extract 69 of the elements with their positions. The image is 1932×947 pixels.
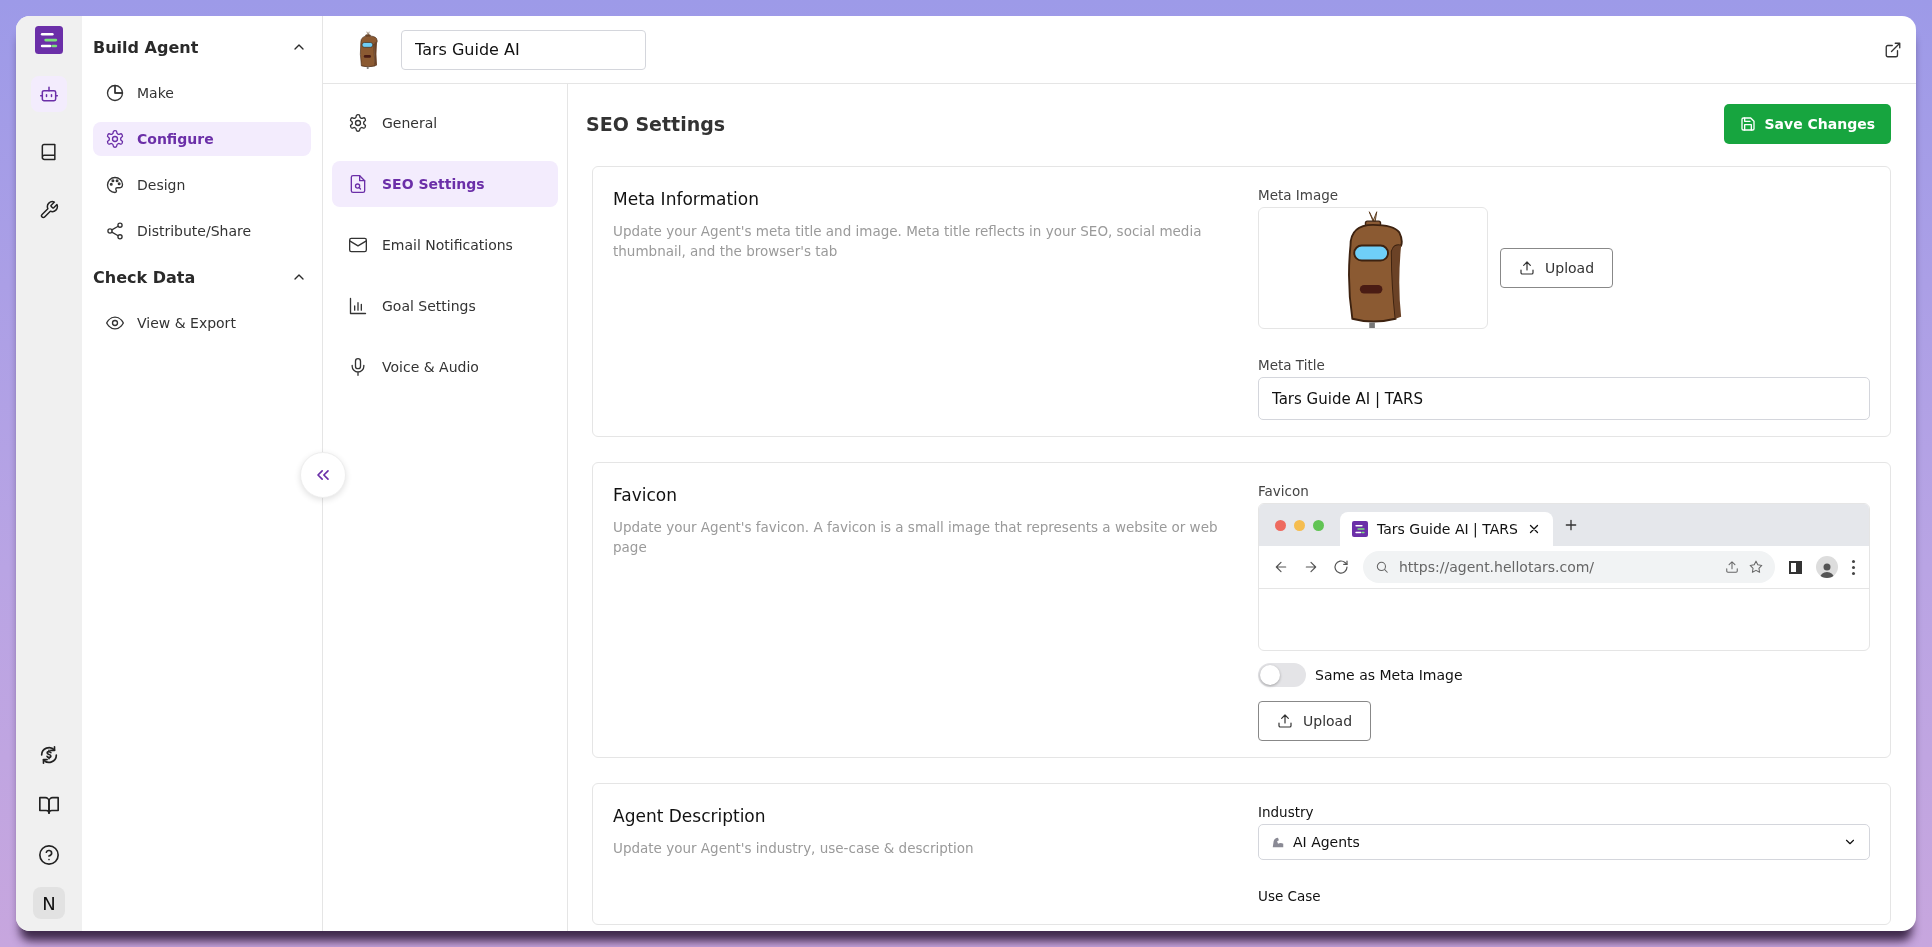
book-icon [39, 142, 59, 162]
upload-button[interactable]: Upload [1258, 701, 1372, 741]
gear-icon [348, 113, 368, 133]
bar-chart-icon [348, 296, 368, 316]
section-header[interactable]: Build Agent [93, 30, 311, 64]
field-label: Meta Title [1258, 357, 1326, 373]
meta-title-field[interactable]: Tars Guide AI | TARS [1258, 377, 1870, 420]
file-search-icon [348, 174, 368, 194]
share-icon [105, 221, 125, 241]
robot-icon [39, 84, 59, 104]
help-icon [38, 844, 60, 866]
user-avatar[interactable]: N [33, 887, 65, 919]
card-description: Update your Agent's meta title and image. Meta title reflects in your SEO, social media thumbnail, and the browser's tab [613, 222, 1203, 261]
upload-button[interactable]: Upload [1500, 248, 1614, 288]
gear-icon [105, 129, 125, 149]
settings-nav-item[interactable]: Goal Settings [332, 283, 558, 329]
settings-nav-item[interactable]: Voice & Audio [332, 344, 558, 390]
external-link-icon [1884, 40, 1902, 59]
window-dot [1275, 519, 1286, 531]
card-description: Update your Agent's industry, use-case & description [613, 839, 975, 858]
card-description: Update your Agent's favicon. A favicon is a small image that represents a website or web page [613, 518, 1219, 557]
profile-icon [1816, 556, 1838, 578]
toggle-switch[interactable] [1258, 663, 1306, 687]
settings-nav-item[interactable]: General [332, 100, 558, 146]
sidebar-item[interactable]: View & Export [93, 306, 311, 340]
search-icon [1375, 560, 1389, 574]
window-dot [1313, 519, 1324, 531]
field-label: Use Case [1258, 888, 1322, 904]
dollar-cycle-icon [38, 744, 60, 766]
window-dot [1294, 519, 1305, 531]
field-label: Favicon [1258, 483, 1310, 499]
settings-nav-item[interactable]: Email Notifications [332, 222, 558, 268]
card-title: Meta Information [613, 189, 761, 209]
logo-icon [1352, 521, 1368, 537]
star-icon [1749, 560, 1763, 574]
open-external-button[interactable] [1884, 40, 1902, 59]
card-title: Favicon [613, 485, 678, 505]
settings-nav-item[interactable]: SEO Settings [332, 161, 558, 207]
mail-icon [348, 235, 368, 255]
pie-chart-icon [105, 83, 125, 103]
sidebar-item[interactable]: Distribute/Share [93, 214, 311, 248]
mechanical-arm-icon [1271, 835, 1285, 849]
logo-icon [35, 26, 63, 54]
upload-icon [1277, 713, 1293, 729]
collapse-sidebar-button[interactable] [300, 452, 346, 498]
save-icon [1740, 116, 1757, 132]
more-icon [1852, 559, 1855, 575]
side-panel-icon [1789, 560, 1802, 574]
sidebar-item[interactable]: Make [93, 76, 311, 110]
wrench-icon [39, 200, 59, 220]
section-header[interactable]: Check Data [93, 260, 311, 294]
sidebar-item[interactable]: Configure [93, 122, 311, 156]
palette-icon [105, 175, 125, 195]
upload-icon [1725, 560, 1739, 574]
reload-icon [1333, 559, 1349, 575]
agent-name-field[interactable]: Tars Guide AI [401, 29, 646, 70]
card-title: Agent Description [613, 806, 767, 826]
rail-button[interactable] [31, 76, 67, 112]
sidebar-item[interactable]: Design [93, 168, 311, 202]
forward-arrow-icon [1303, 559, 1319, 575]
open-book-icon [38, 794, 60, 816]
back-arrow-icon [1273, 559, 1289, 575]
industry-select[interactable]: AI Agents [1258, 824, 1870, 860]
page-title: SEO Settings [586, 113, 726, 135]
toggle-label: Same as Meta Image [1315, 667, 1463, 683]
address-bar: https://agent.hellotars.com/ [1363, 551, 1775, 583]
field-label: Industry [1258, 804, 1315, 820]
upload-icon [1519, 260, 1535, 276]
field-label: Meta Image [1258, 187, 1340, 203]
